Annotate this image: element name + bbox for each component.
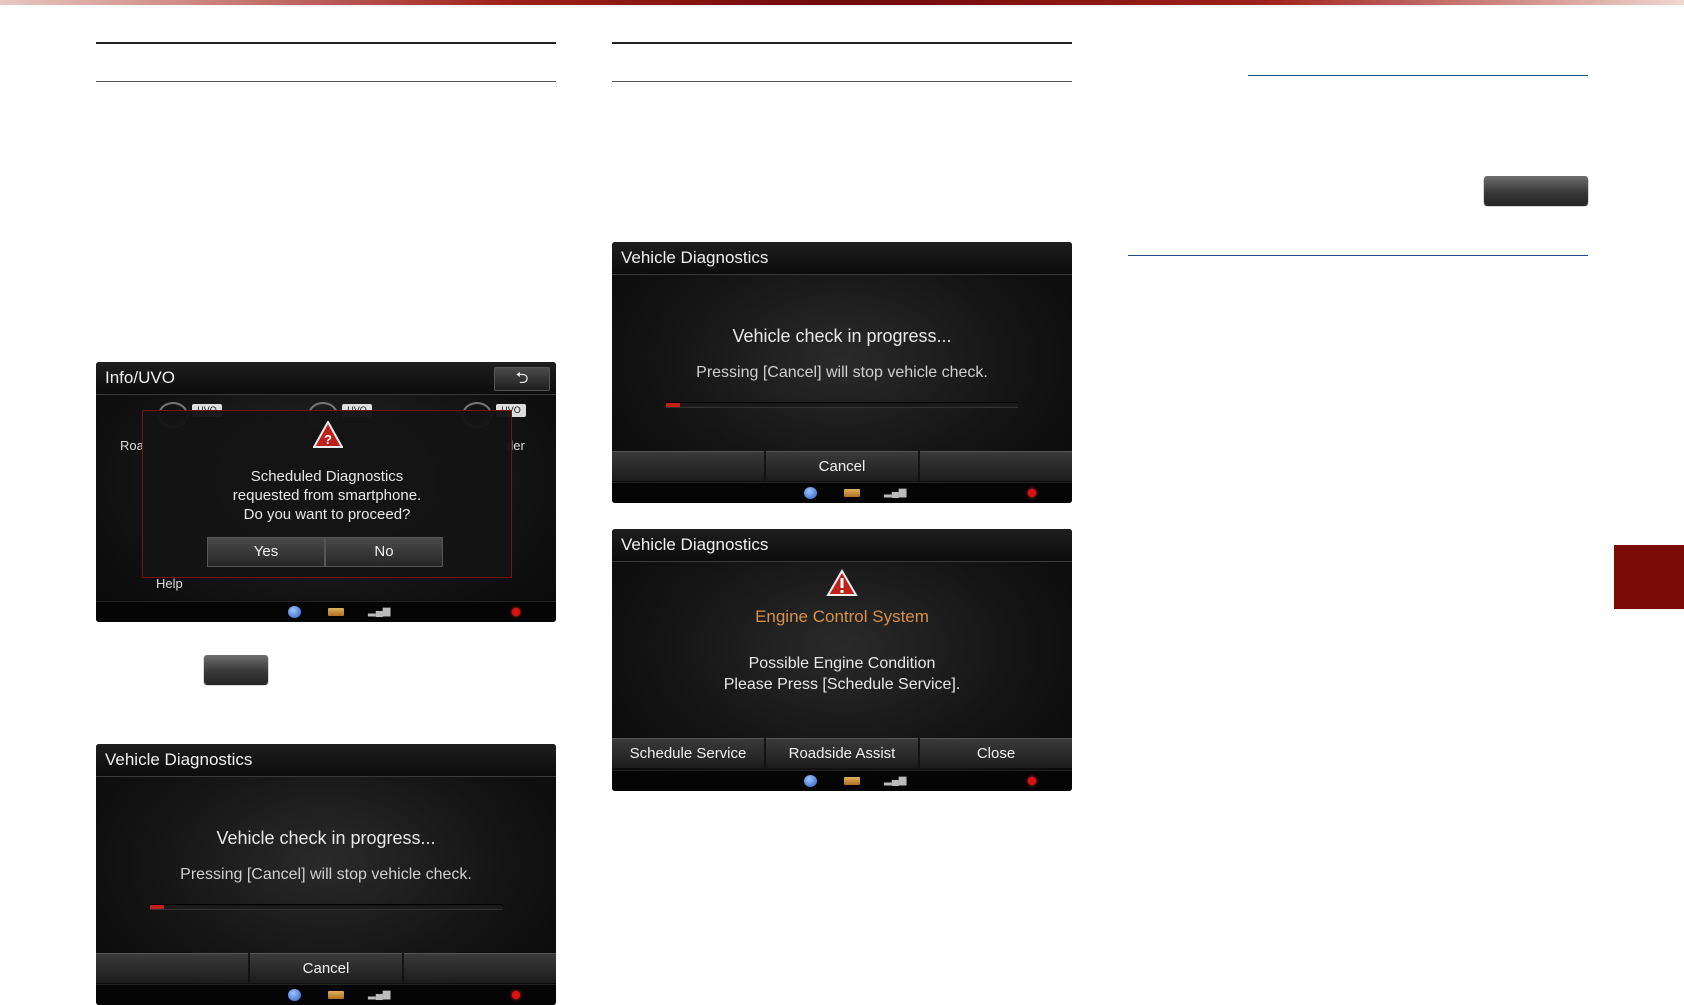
cancel-button[interactable]: Cancel bbox=[766, 451, 918, 481]
back-button[interactable]: ⮌ bbox=[494, 367, 550, 391]
progress-fill bbox=[666, 403, 681, 407]
battery-icon bbox=[328, 608, 344, 616]
schedule-service-button[interactable]: Schedule Service bbox=[612, 738, 764, 768]
roadside-assist-button[interactable]: Roadside Assist bbox=[766, 738, 918, 768]
signal-icon: ▂▄▆ bbox=[368, 989, 391, 1000]
record-dot-icon bbox=[1028, 777, 1036, 785]
record-dot-icon bbox=[1028, 489, 1036, 497]
empty-softkey bbox=[612, 451, 764, 481]
no-button[interactable]: No bbox=[325, 537, 443, 567]
record-dot-icon bbox=[512, 991, 520, 999]
system-name: Engine Control System bbox=[755, 607, 929, 626]
diagnostics-progress-screen: Vehicle Diagnostics Vehicle check in pro… bbox=[96, 744, 556, 1005]
record-dot-icon bbox=[512, 608, 520, 616]
column-1-top-rule bbox=[96, 42, 556, 44]
column-3-top-rule bbox=[1248, 75, 1588, 76]
cancel-button[interactable]: Cancel bbox=[250, 953, 402, 983]
top-brand-bar bbox=[0, 0, 1684, 5]
result-message-line: Possible Engine Condition bbox=[748, 655, 936, 672]
svg-text:?: ? bbox=[324, 432, 332, 447]
screen-title: Info/UVO bbox=[96, 362, 556, 395]
progress-heading: Vehicle check in progress... bbox=[732, 326, 952, 346]
button-row: Schedule Service Roadside Assist Close bbox=[612, 738, 1072, 768]
status-bar: ▂▄▆ bbox=[612, 770, 1072, 791]
column-2-top-rule bbox=[612, 42, 1072, 44]
info-uvo-screen: Info/UVO ⮌ UVO UVO UVO Roa der Help ? Sc… bbox=[96, 362, 556, 622]
column-3-sub-rule bbox=[1128, 255, 1588, 256]
dialog-message-line: requested from smartphone. bbox=[232, 487, 422, 504]
screen-title: Vehicle Diagnostics bbox=[612, 242, 1072, 275]
empty-softkey bbox=[920, 451, 1072, 481]
globe-icon bbox=[288, 606, 301, 618]
status-bar: ▂▄▆ bbox=[96, 984, 556, 1005]
menu-label-help: Help bbox=[156, 576, 183, 591]
battery-icon bbox=[844, 489, 860, 497]
menu-label-roadside: Roa bbox=[120, 438, 144, 453]
button-row: Cancel bbox=[96, 953, 556, 983]
dialog-message-line: Scheduled Diagnostics bbox=[250, 468, 404, 485]
hard-key-button-image bbox=[1484, 176, 1588, 205]
screen-title: Vehicle Diagnostics bbox=[96, 744, 556, 777]
back-arrow-icon: ⮌ bbox=[515, 370, 529, 387]
progress-heading: Vehicle check in progress... bbox=[216, 828, 436, 848]
column-1-sub-rule bbox=[96, 81, 556, 82]
dialog-message-line: Do you want to proceed? bbox=[243, 506, 411, 523]
button-row: Cancel bbox=[612, 451, 1072, 481]
warning-question-icon: ? bbox=[312, 419, 344, 453]
yes-button[interactable]: Yes bbox=[207, 537, 325, 567]
progress-message: Pressing [Cancel] will stop vehicle chec… bbox=[696, 364, 988, 381]
progress-bar bbox=[666, 402, 1018, 408]
progress-message: Pressing [Cancel] will stop vehicle chec… bbox=[180, 866, 472, 883]
diagnostics-progress-screen: Vehicle Diagnostics Vehicle check in pro… bbox=[612, 242, 1072, 503]
status-bar: ▂▄▆ bbox=[96, 601, 556, 622]
signal-icon: ▂▄▆ bbox=[884, 775, 907, 786]
signal-icon: ▂▄▆ bbox=[884, 487, 907, 498]
close-button[interactable]: Close bbox=[920, 738, 1072, 768]
column-2-sub-rule bbox=[612, 81, 1072, 82]
progress-fill bbox=[150, 905, 165, 909]
globe-icon bbox=[288, 989, 301, 1001]
warning-icon bbox=[826, 569, 858, 602]
hard-key-button-image-small bbox=[204, 655, 268, 684]
empty-softkey bbox=[96, 953, 248, 983]
signal-icon: ▂▄▆ bbox=[368, 606, 391, 617]
status-bar: ▂▄▆ bbox=[612, 482, 1072, 503]
empty-softkey bbox=[404, 953, 556, 983]
globe-icon bbox=[804, 487, 817, 499]
confirm-dialog: ? Scheduled Diagnostics requested from s… bbox=[142, 410, 512, 578]
diagnostics-result-screen: Vehicle Diagnostics Engine Control Syste… bbox=[612, 529, 1072, 791]
globe-icon bbox=[804, 775, 817, 787]
battery-icon bbox=[328, 991, 344, 999]
result-message-line: Please Press [Schedule Service]. bbox=[723, 676, 961, 693]
progress-bar bbox=[150, 904, 502, 910]
chapter-side-tab bbox=[1614, 545, 1684, 609]
battery-icon bbox=[844, 777, 860, 785]
screen-title: Vehicle Diagnostics bbox=[612, 529, 1072, 562]
